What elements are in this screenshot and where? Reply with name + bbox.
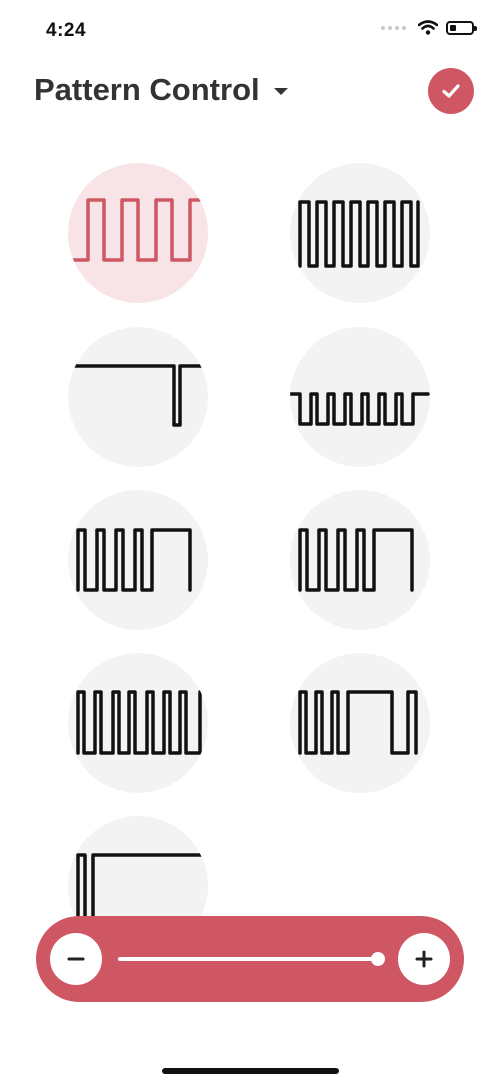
pattern-4-button[interactable] [290, 327, 430, 467]
pulses-then-wide-waveform-icon [76, 528, 192, 592]
pattern-6-button[interactable] [290, 490, 430, 630]
grouped-pulses-waveform-icon [76, 690, 202, 755]
plus-icon [415, 950, 433, 968]
single-dip-waveform-icon [68, 364, 208, 427]
pattern-5-button[interactable] [68, 490, 208, 630]
intensity-track[interactable] [118, 957, 378, 961]
pattern-3-button[interactable] [68, 327, 208, 467]
decrease-button[interactable] [50, 933, 102, 985]
intensity-thumb[interactable] [371, 952, 385, 966]
pulses-then-wide-alt-waveform-icon [298, 528, 414, 592]
pattern-2-button[interactable] [290, 163, 430, 303]
intensity-slider-bar [36, 916, 464, 1002]
pattern-1-button[interactable] [68, 163, 208, 303]
pulses-wide-pulse-waveform-icon [298, 690, 418, 755]
increase-button[interactable] [398, 933, 450, 985]
narrow-pulse-train-waveform-icon [298, 200, 420, 268]
square-wave-waveform-icon [68, 198, 208, 262]
home-indicator [162, 1068, 339, 1074]
short-pulse-train-waveform-icon [290, 392, 430, 426]
pattern-7-button[interactable] [68, 653, 208, 793]
pattern-8-button[interactable] [290, 653, 430, 793]
minus-icon [67, 957, 85, 961]
